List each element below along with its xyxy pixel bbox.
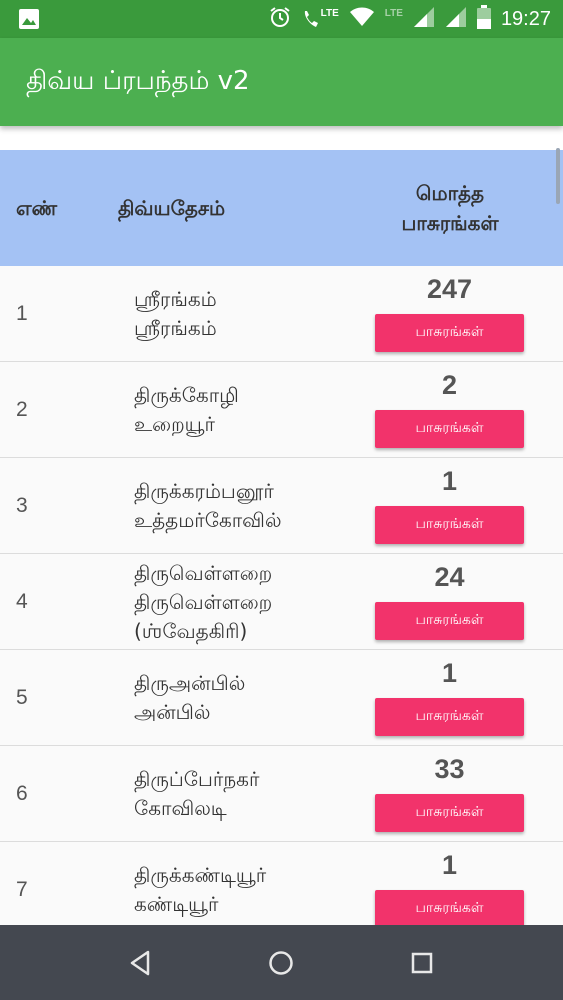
row-number: 7: [16, 878, 28, 901]
table-header: எண் திவ்யதேசம் மொத்த பாசுரங்கள்: [0, 150, 563, 266]
row-count: 1: [441, 658, 458, 688]
recents-icon[interactable]: [402, 943, 442, 983]
pasurangal-button[interactable]: பாசுரங்கள்: [375, 410, 524, 448]
row-count: 24: [434, 562, 465, 592]
pasurangal-button[interactable]: பாசுரங்கள்: [375, 602, 524, 640]
temple-place: உறையூர்: [134, 412, 215, 436]
row-temple: திருப்பேர்நகர் கோவிலடி: [134, 746, 259, 842]
row-count: 247: [426, 274, 473, 304]
row-count: 1: [441, 466, 458, 496]
temple-place: கண்டியூர்: [134, 892, 219, 916]
signal-icon: [413, 6, 435, 32]
temple-place: அன்பில்: [134, 700, 211, 724]
temple-place: திருவெள்ளறை: [134, 589, 273, 614]
temple-place: உத்தமர்கோவில்: [134, 508, 282, 532]
status-time: 19:27: [500, 7, 551, 30]
temple-name: திருக்கரம்பனூர்: [134, 479, 274, 503]
table-row: 2 திருக்கோழி உறையூர் 2 பாசுரங்கள்: [0, 362, 563, 458]
temple-name: திருக்கோழி: [134, 383, 239, 407]
signal-icon: [445, 6, 467, 32]
temple-name: திருப்பேர்நகர்: [134, 767, 260, 791]
home-icon[interactable]: [261, 943, 301, 983]
wifi-call-icon: LTE: [301, 8, 339, 30]
temple-place: ஸ்ரீரங்கம்: [134, 316, 217, 340]
image-icon: [18, 9, 40, 34]
pasurangal-button[interactable]: பாசுரங்கள்: [375, 794, 524, 832]
row-temple: திருக்கண்டியூர் கண்டியூர்: [134, 842, 266, 925]
row-count: 2: [441, 370, 458, 400]
header-total-line1: மொத்த: [415, 181, 485, 205]
scrollbar-thumb[interactable]: [556, 148, 560, 204]
header-total: மொத்த பாசுரங்கள்: [370, 178, 530, 238]
header-temple: திவ்யதேசம்: [118, 196, 226, 220]
back-icon[interactable]: [120, 943, 160, 983]
row-count: 33: [434, 754, 465, 784]
temple-name: திருக்கண்டியூர்: [134, 863, 267, 887]
temple-alt-name: (ஶ்வேதகிரி): [134, 618, 248, 643]
battery-icon: [476, 5, 491, 33]
wifi-icon: [349, 6, 375, 32]
lte-label-2: LTE: [384, 8, 403, 19]
temple-name: திருஅன்பில்: [134, 671, 246, 695]
pasurangal-button[interactable]: பாசுரங்கள்: [375, 506, 524, 544]
status-bar: LTE LTE 19:27: [0, 0, 563, 38]
header-number: எண்: [16, 196, 58, 220]
row-count: 1: [441, 850, 458, 880]
row-number: 5: [16, 686, 28, 709]
row-temple: திருவெள்ளறை திருவெள்ளறை (ஶ்வேதகிரி): [134, 554, 272, 650]
row-number: 2: [16, 398, 28, 421]
row-temple: திருக்கரம்பனூர் உத்தமர்கோவில்: [134, 458, 282, 554]
app-bar: திவ்ய ப்ரபந்தம் v2: [0, 38, 563, 126]
row-number: 3: [16, 494, 28, 517]
header-total-line2: பாசுரங்கள்: [401, 211, 499, 235]
alarm-icon: [269, 6, 291, 32]
row-number: 6: [16, 782, 28, 805]
lte-label: LTE: [320, 8, 339, 19]
pasurangal-button[interactable]: பாசுரங்கள்: [375, 698, 524, 736]
row-temple: ஸ்ரீரங்கம் ஸ்ரீரங்கம்: [134, 266, 217, 362]
row-temple: திருக்கோழி உறையூர்: [134, 362, 239, 458]
pasurangal-button[interactable]: பாசுரங்கள்: [375, 890, 524, 925]
temple-name: திருவெள்ளறை: [134, 560, 273, 585]
table-row: 6 திருப்பேர்நகர் கோவிலடி 33 பாசுரங்கள்: [0, 746, 563, 842]
temple-name: ஸ்ரீரங்கம்: [134, 287, 217, 311]
row-temple: திருஅன்பில் அன்பில்: [134, 650, 245, 746]
pasurangal-button[interactable]: பாசுரங்கள்: [375, 314, 524, 352]
table-row: 5 திருஅன்பில் அன்பில் 1 பாசுரங்கள்: [0, 650, 563, 746]
table-row: 4 திருவெள்ளறை திருவெள்ளறை (ஶ்வேதகிரி) 24…: [0, 554, 563, 650]
navigation-bar: [0, 925, 563, 1000]
row-number: 4: [16, 590, 28, 613]
table-row: 7 திருக்கண்டியூர் கண்டியூர் 1 பாசுரங்கள்: [0, 842, 563, 925]
table-row: 3 திருக்கரம்பனூர் உத்தமர்கோவில் 1 பாசுரங…: [0, 458, 563, 554]
row-number: 1: [16, 302, 28, 325]
divya-desam-table[interactable]: எண் திவ்யதேசம் மொத்த பாசுரங்கள் 1 ஸ்ரீரங…: [0, 150, 563, 925]
app-title: திவ்ய ப்ரபந்தம் v2: [26, 66, 250, 96]
temple-place: கோவிலடி: [134, 796, 227, 820]
table-row: 1 ஸ்ரீரங்கம் ஸ்ரீரங்கம் 247 பாசுரங்கள்: [0, 266, 563, 362]
